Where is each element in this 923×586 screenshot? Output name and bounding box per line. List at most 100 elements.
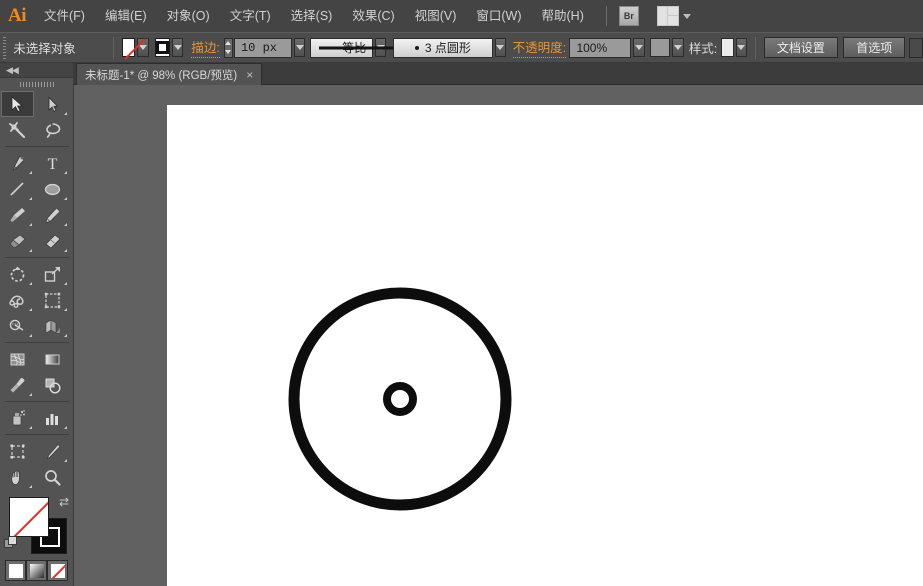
eyedropper-tool[interactable] xyxy=(1,372,34,398)
gradient-mode-button[interactable] xyxy=(26,560,47,581)
document-setup-button[interactable]: 文档设置 xyxy=(764,37,838,58)
document-tab-bar: 未标题-1* @ 98% (RGB/预览) × xyxy=(0,63,923,85)
close-icon[interactable]: × xyxy=(246,69,253,81)
menu-view[interactable]: 视图(V) xyxy=(405,0,467,32)
magic-wand-tool[interactable] xyxy=(1,117,34,143)
brush-definition-value: 3 点圆形 xyxy=(425,39,471,56)
tool-flyout-icon xyxy=(64,426,67,429)
blob-brush-tool[interactable] xyxy=(1,228,34,254)
brush-definition-select[interactable]: 3 点圆形 xyxy=(393,38,493,58)
tool-flyout-icon xyxy=(29,249,32,252)
stroke-weight-dropdown-button[interactable] xyxy=(294,38,305,57)
paintbrush-tool[interactable] xyxy=(1,202,34,228)
pencil-tool[interactable] xyxy=(36,202,69,228)
artboard-tool[interactable] xyxy=(1,438,34,464)
eraser-tool[interactable] xyxy=(36,228,69,254)
menu-file[interactable]: 文件(F) xyxy=(34,0,95,32)
menu-effect[interactable]: 效果(C) xyxy=(342,0,404,32)
inner-circle-path[interactable] xyxy=(387,386,413,412)
stroke-dropdown-button[interactable] xyxy=(172,38,183,57)
graphic-style-dropdown-button[interactable] xyxy=(736,38,747,57)
gradient-tool[interactable] xyxy=(36,346,69,372)
stroke-weight-stepper[interactable] xyxy=(224,38,233,58)
menu-help[interactable]: 帮助(H) xyxy=(532,0,594,32)
menu-edit[interactable]: 编辑(E) xyxy=(95,0,157,32)
tool-flyout-icon xyxy=(64,334,67,337)
menu-select[interactable]: 选择(S) xyxy=(281,0,343,32)
tools-divider-4 xyxy=(5,401,69,402)
zoom-tool[interactable] xyxy=(36,464,69,490)
menu-bar: Ai 文件(F) 编辑(E) 对象(O) 文字(T) 选择(S) 效果(C) 视… xyxy=(0,0,923,32)
menu-window[interactable]: 窗口(W) xyxy=(466,0,531,32)
tools-grid: T xyxy=(0,91,74,490)
tools-divider-5 xyxy=(5,434,69,435)
ellipse-tool[interactable] xyxy=(36,176,69,202)
menu-type[interactable]: 文字(T) xyxy=(220,0,281,32)
opacity-preview-dropdown-button[interactable] xyxy=(672,38,683,57)
rotate-tool[interactable] xyxy=(1,261,34,287)
default-fill-stroke-icon[interactable] xyxy=(4,536,17,549)
selection-tool[interactable] xyxy=(1,91,34,117)
stroke-swatch[interactable] xyxy=(155,38,170,57)
fill-stroke-control: ⇄ xyxy=(0,494,74,556)
perspective-grid-tool[interactable] xyxy=(36,313,69,339)
width-tool[interactable] xyxy=(1,287,34,313)
preferences-button[interactable]: 首选项 xyxy=(843,37,905,58)
blend-tool[interactable] xyxy=(36,372,69,398)
tool-flyout-icon xyxy=(29,308,32,311)
shape-builder-tool[interactable] xyxy=(1,313,34,339)
fill-color-swatch[interactable] xyxy=(9,497,49,537)
control-bar-grip[interactable] xyxy=(3,37,6,59)
stroke-profile-select[interactable]: 等比 xyxy=(310,38,373,58)
opacity-input[interactable]: 100% xyxy=(569,38,631,58)
stepper-down-icon xyxy=(225,50,231,54)
document-tab-title: 未标题-1* @ 98% (RGB/预览) xyxy=(85,67,237,83)
chevron-down-icon xyxy=(737,45,745,50)
arrange-documents-icon[interactable] xyxy=(657,6,679,26)
illustrator-window: Ai 文件(F) 编辑(E) 对象(O) 文字(T) 选择(S) 效果(C) 视… xyxy=(0,0,923,586)
bridge-icon[interactable]: Br xyxy=(619,6,639,26)
hand-tool[interactable] xyxy=(1,464,34,490)
color-mode-row xyxy=(0,560,73,581)
tool-flyout-icon xyxy=(29,426,32,429)
line-segment-tool[interactable] xyxy=(1,176,34,202)
lasso-tool[interactable] xyxy=(36,117,69,143)
document-tab[interactable]: 未标题-1* @ 98% (RGB/预览) × xyxy=(76,63,262,85)
app-logo: Ai xyxy=(0,0,34,32)
stroke-weight-input[interactable]: 10 px xyxy=(234,38,292,58)
chevron-down-icon[interactable] xyxy=(683,14,691,19)
pen-tool[interactable] xyxy=(1,150,34,176)
outer-circle-path[interactable] xyxy=(294,293,506,505)
brush-definition-dropdown-button[interactable] xyxy=(495,38,506,57)
collapse-panel-icon[interactable]: ◀◀ xyxy=(6,65,18,76)
tools-divider-2 xyxy=(5,257,69,258)
tool-flyout-icon xyxy=(29,171,32,174)
tool-flyout-icon xyxy=(64,171,67,174)
opacity-label[interactable]: 不透明度: xyxy=(513,37,566,58)
tool-flyout-icon xyxy=(64,459,67,462)
swap-fill-stroke-icon[interactable]: ⇄ xyxy=(59,495,69,509)
color-mode-button[interactable] xyxy=(5,560,26,581)
tool-flyout-icon xyxy=(29,485,32,488)
scale-tool[interactable] xyxy=(36,261,69,287)
none-mode-button[interactable] xyxy=(47,560,68,581)
opacity-preview-swatch[interactable] xyxy=(650,38,670,57)
direct-selection-tool[interactable] xyxy=(36,91,69,117)
column-graph-tool[interactable] xyxy=(36,405,69,431)
control-divider-1 xyxy=(113,37,114,59)
control-bar-overflow-button[interactable] xyxy=(909,38,923,58)
chevron-down-icon xyxy=(296,45,304,50)
stroke-weight-label[interactable]: 描边: xyxy=(191,37,219,58)
free-transform-tool[interactable] xyxy=(36,287,69,313)
symbol-sprayer-tool[interactable] xyxy=(1,405,34,431)
menu-object[interactable]: 对象(O) xyxy=(157,0,220,32)
fill-swatch[interactable] xyxy=(122,38,135,57)
mesh-tool[interactable] xyxy=(1,346,34,372)
canvas-area[interactable] xyxy=(74,85,923,586)
svg-text:T: T xyxy=(48,156,58,173)
graphic-style-swatch[interactable] xyxy=(721,38,734,57)
slice-tool[interactable] xyxy=(36,438,69,464)
type-tool[interactable]: T xyxy=(36,150,69,176)
opacity-dropdown-button[interactable] xyxy=(633,38,644,57)
tools-panel-grip[interactable] xyxy=(0,78,73,91)
